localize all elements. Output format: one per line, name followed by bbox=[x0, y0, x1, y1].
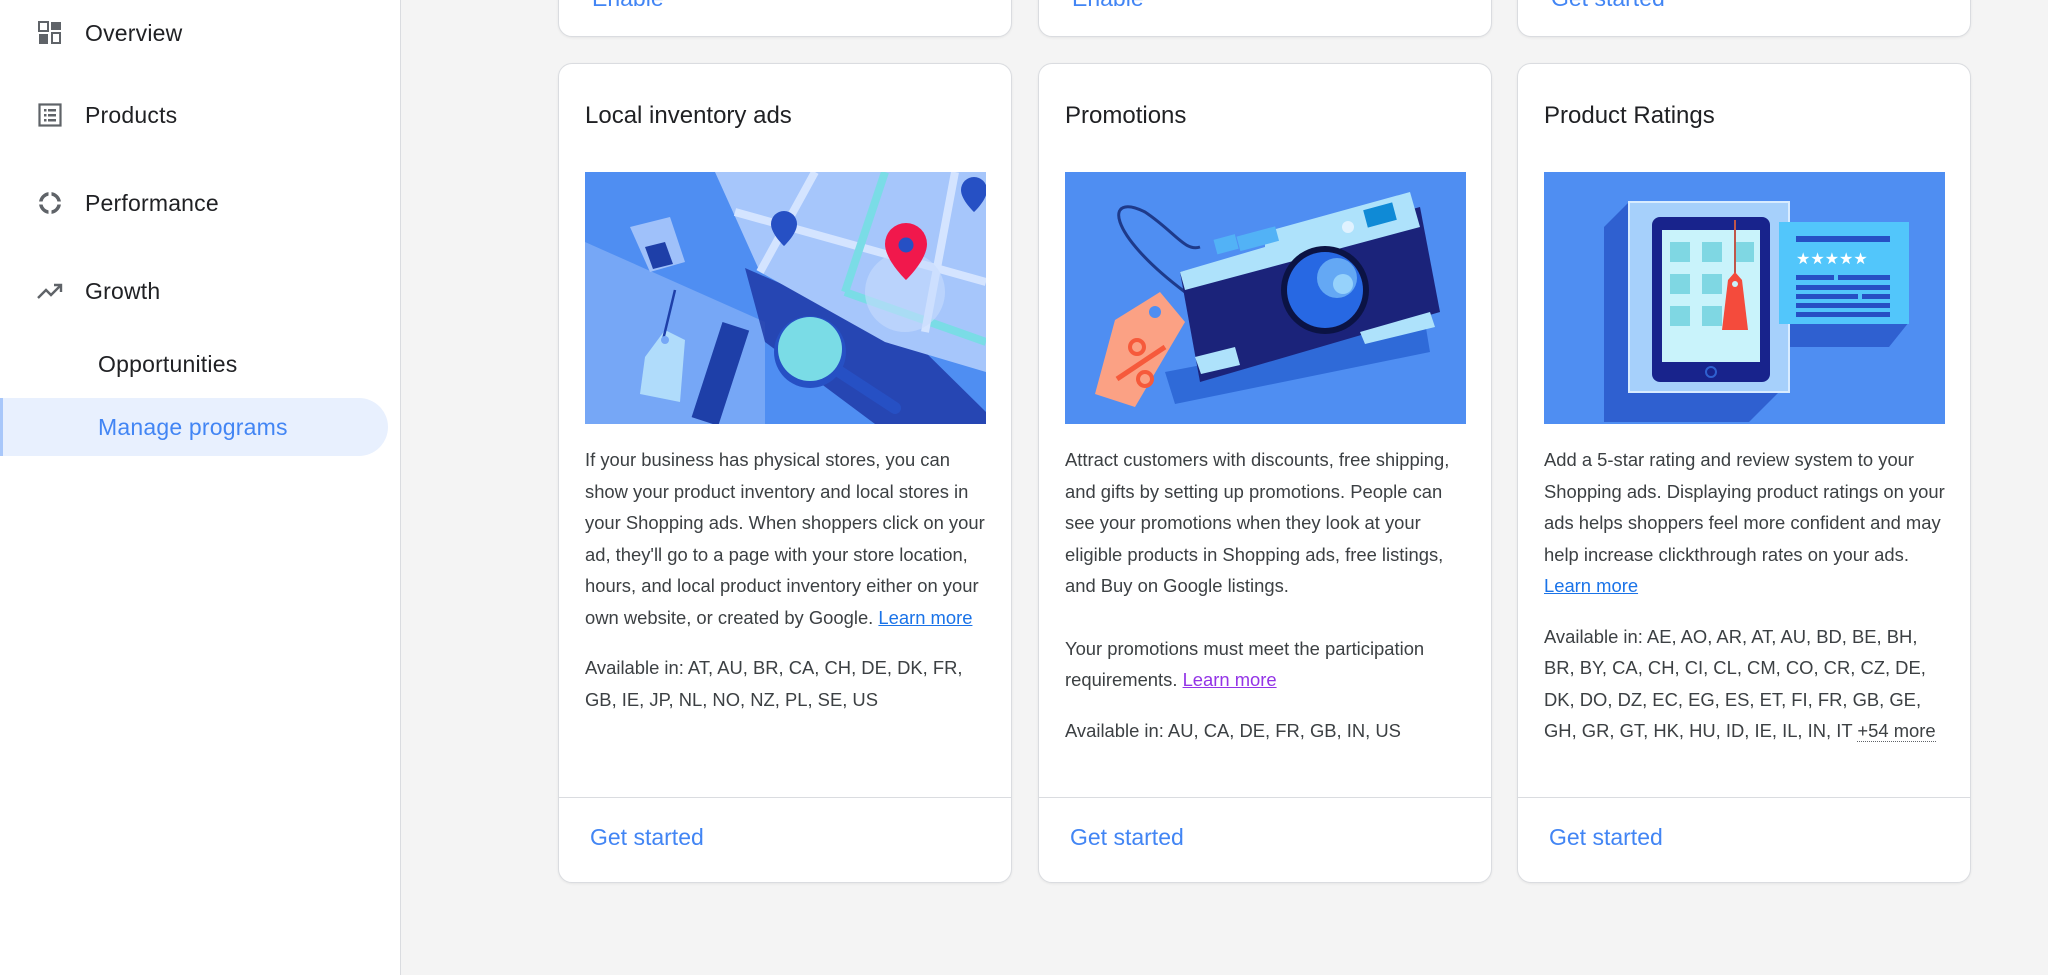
available-countries: Available in: AU, CA, DE, FR, GB, IN, US bbox=[1065, 719, 1401, 741]
available-countries: Available in: AT, AU, BR, CA, CH, DE, DK… bbox=[585, 657, 963, 710]
promotions-illustration bbox=[1065, 172, 1466, 424]
program-card-local-inventory-ads: Local inventory ads If your business has… bbox=[558, 63, 1012, 883]
sidebar: Overview Products Performance Growth Opp… bbox=[0, 0, 401, 975]
sidebar-item-growth[interactable]: Growth bbox=[0, 267, 388, 315]
program-card-product-ratings: Product Ratings ★★★★★ Add a 5-star ratin… bbox=[1517, 63, 1971, 883]
card-title: Local inventory ads bbox=[585, 102, 792, 129]
sidebar-item-manage-programs[interactable]: Manage programs bbox=[0, 398, 388, 456]
card-title: Promotions bbox=[1065, 102, 1187, 129]
card-body: If your business has physical stores, yo… bbox=[585, 444, 989, 734]
sidebar-item-overview[interactable]: Overview bbox=[0, 9, 388, 57]
get-started-button[interactable]: Get started bbox=[1551, 0, 1665, 12]
local-inventory-illustration bbox=[585, 172, 986, 424]
more-countries-link[interactable]: +54 more bbox=[1857, 720, 1936, 742]
sidebar-item-label: Performance bbox=[85, 189, 219, 216]
product-ratings-illustration: ★★★★★ bbox=[1544, 172, 1945, 424]
card-body: Add a 5-star rating and review system to… bbox=[1544, 444, 1948, 766]
sidebar-item-label: Overview bbox=[85, 19, 183, 46]
card-footer: Get started bbox=[1039, 797, 1491, 882]
learn-more-link[interactable]: Learn more bbox=[1544, 575, 1638, 596]
get-started-button[interactable]: Get started bbox=[1070, 824, 1184, 851]
list-icon bbox=[36, 101, 64, 129]
card-footer: Get started bbox=[1518, 797, 1970, 882]
learn-more-link[interactable]: Learn more bbox=[1183, 669, 1277, 690]
program-card-top-3: Get started bbox=[1517, 0, 1971, 37]
donut-chart-icon bbox=[36, 189, 64, 217]
sidebar-item-performance[interactable]: Performance bbox=[0, 179, 388, 227]
enable-button[interactable]: Enable bbox=[1072, 0, 1144, 12]
svg-text:★★★★★: ★★★★★ bbox=[1796, 249, 1868, 268]
sidebar-item-label: Products bbox=[85, 101, 178, 128]
main-content: Enable Enable Get started Local inventor… bbox=[401, 0, 2048, 975]
get-started-button[interactable]: Get started bbox=[590, 824, 704, 851]
learn-more-link[interactable]: Learn more bbox=[878, 607, 972, 628]
sidebar-item-products[interactable]: Products bbox=[0, 91, 388, 139]
program-card-promotions: Promotions Attract customers with discou… bbox=[1038, 63, 1492, 883]
sidebar-item-label: Growth bbox=[85, 277, 161, 304]
sidebar-item-opportunities[interactable]: Opportunities bbox=[0, 340, 388, 388]
sidebar-item-label: Opportunities bbox=[98, 350, 238, 377]
card-description: If your business has physical stores, yo… bbox=[585, 449, 985, 628]
card-description: Add a 5-star rating and review system to… bbox=[1544, 449, 1945, 565]
card-description: Attract customers with discounts, free s… bbox=[1065, 449, 1450, 596]
get-started-button[interactable]: Get started bbox=[1549, 824, 1663, 851]
card-body: Attract customers with discounts, free s… bbox=[1065, 444, 1469, 765]
card-footer: Get started bbox=[559, 797, 1011, 882]
sidebar-item-label: Manage programs bbox=[98, 413, 288, 440]
dashboard-icon bbox=[36, 19, 64, 47]
program-card-top-1: Enable bbox=[558, 0, 1012, 37]
trending-up-icon bbox=[36, 277, 64, 305]
program-card-top-2: Enable bbox=[1038, 0, 1492, 37]
enable-button[interactable]: Enable bbox=[592, 0, 664, 12]
card-title: Product Ratings bbox=[1544, 102, 1715, 129]
